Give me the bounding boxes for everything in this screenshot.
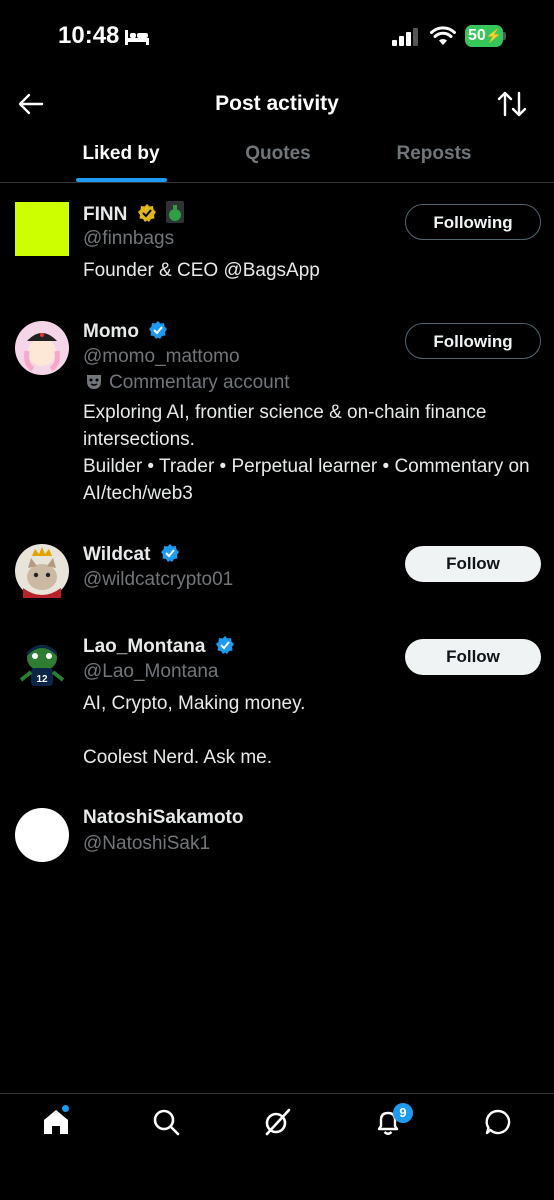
cellular-signal-icon (392, 28, 418, 46)
tab-reposts[interactable]: Reposts (369, 143, 499, 165)
user-name[interactable]: Momo (83, 320, 168, 343)
status-time: 10:48 (58, 22, 120, 49)
user-handle: @finnbags (83, 228, 175, 249)
following-button[interactable]: Following (405, 204, 541, 240)
avatar[interactable] (15, 321, 69, 375)
user-name-text: Momo (83, 321, 139, 342)
user-bio: AI, Crypto, Making money. Coolest Nerd. … (83, 693, 306, 768)
blue-verified-icon (215, 636, 234, 654)
money-bag-icon (165, 201, 184, 223)
avatar[interactable]: 12 (15, 636, 69, 690)
user-handle: @Lao_Montana (83, 661, 219, 682)
sleep-focus-icon (125, 30, 149, 45)
divider (0, 1093, 554, 1094)
wifi-icon (430, 26, 456, 45)
user-name-text: Lao_Montana (83, 636, 206, 657)
notification-count-badge: 9 (393, 1103, 413, 1123)
user-handle: @momo_mattomo (83, 346, 240, 367)
messages-icon[interactable] (484, 1108, 512, 1136)
page-title: Post activity (215, 92, 339, 115)
tab-quotes[interactable]: Quotes (213, 143, 343, 165)
battery-tip (503, 32, 506, 40)
home-icon[interactable] (42, 1108, 70, 1136)
sort-icon[interactable] (497, 90, 527, 118)
user-name[interactable]: FINN (83, 201, 184, 226)
user-name[interactable]: Wildcat (83, 543, 180, 566)
user-handle: @NatoshiSak1 (83, 833, 211, 854)
avatar[interactable] (15, 544, 69, 598)
blue-verified-icon (149, 321, 168, 339)
user-bio: Founder & CEO @BagsApp (83, 260, 320, 281)
commentary-mask-icon (87, 375, 101, 389)
user-bio: Exploring AI, frontier science & on-chai… (83, 402, 530, 504)
gold-verified-icon (137, 204, 156, 222)
search-icon[interactable] (152, 1108, 180, 1136)
avatar[interactable] (15, 202, 69, 256)
tab-liked-by[interactable]: Liked by (56, 143, 186, 165)
follow-button[interactable]: Follow (405, 546, 541, 582)
account-label: Commentary account (109, 372, 290, 393)
user-name[interactable]: NatoshiSakamoto (83, 807, 243, 829)
svg-text:12: 12 (36, 674, 48, 685)
user-name-text: Wildcat (83, 544, 151, 565)
home-unread-dot (62, 1105, 69, 1112)
divider (0, 182, 554, 183)
grok-icon[interactable] (263, 1108, 291, 1136)
blue-verified-icon (160, 544, 179, 562)
user-name[interactable]: Lao_Montana (83, 635, 235, 658)
battery-indicator: 50⚡ (465, 25, 503, 47)
follow-button[interactable]: Follow (405, 639, 541, 675)
following-button[interactable]: Following (405, 323, 541, 359)
user-name-text: FINN (83, 204, 128, 225)
user-handle: @wildcatcrypto01 (83, 569, 234, 590)
avatar[interactable] (15, 808, 69, 862)
